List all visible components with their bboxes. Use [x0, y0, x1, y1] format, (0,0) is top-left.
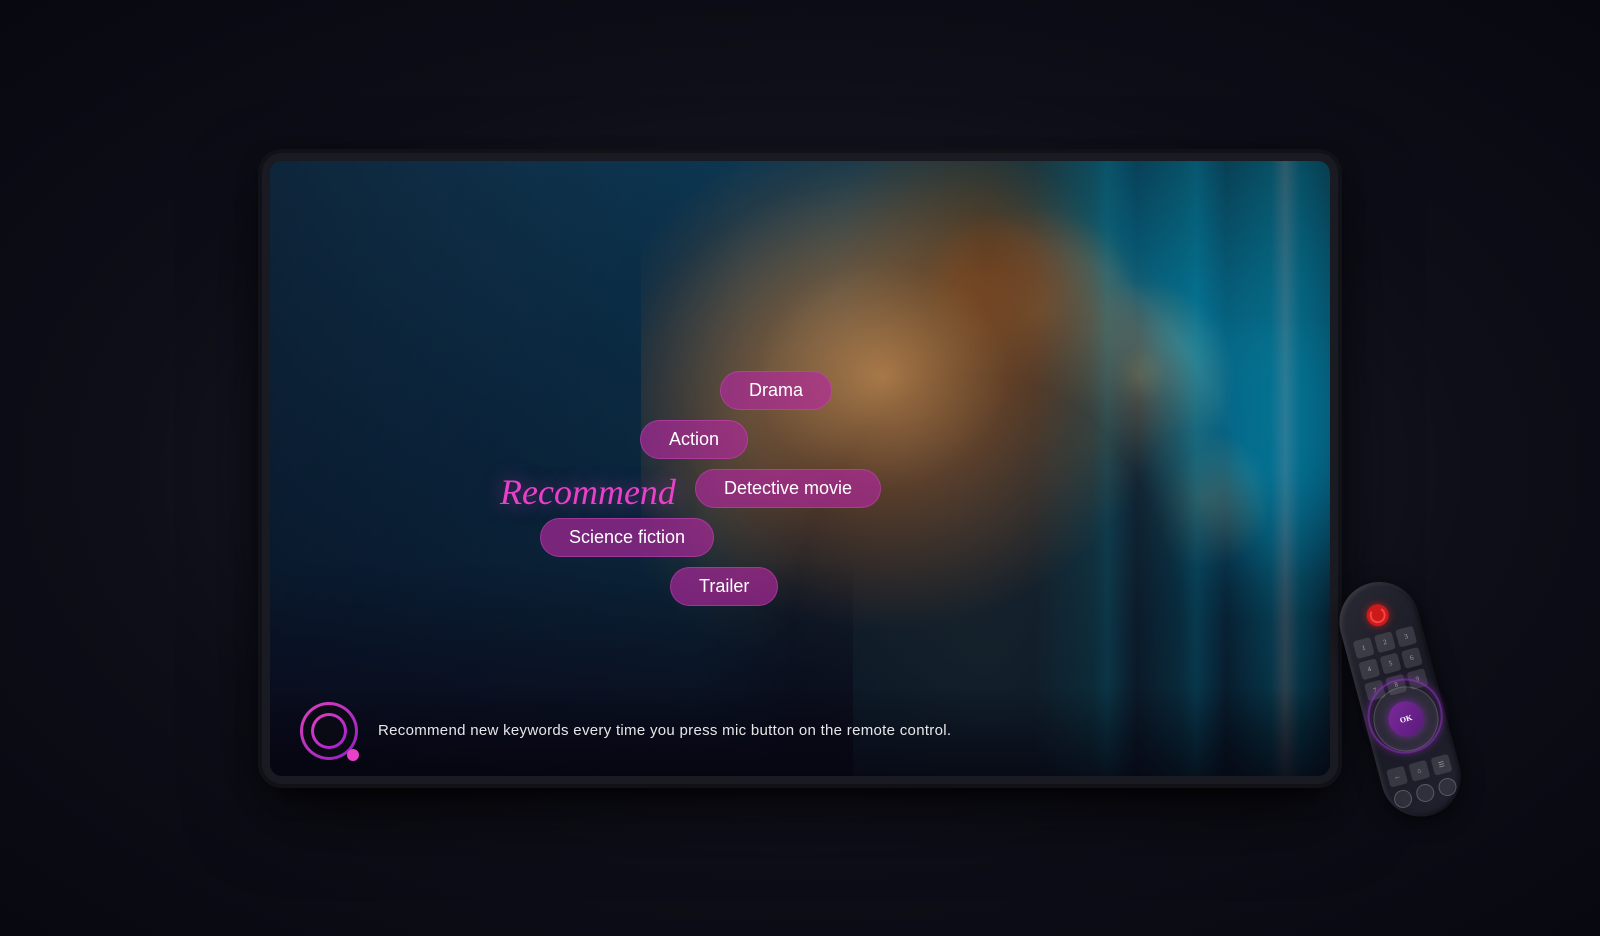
remote-btn-6[interactable]: 6	[1401, 647, 1423, 669]
neon-bars	[1033, 161, 1330, 776]
remote-btn-4[interactable]: 4	[1358, 658, 1380, 680]
remote-btn-2[interactable]: 2	[1374, 631, 1396, 653]
remote-btn-round-1[interactable]	[1392, 788, 1414, 810]
remote-btn-1[interactable]: 1	[1353, 637, 1375, 659]
remote-btn-back[interactable]: ←	[1386, 766, 1408, 788]
power-button[interactable]	[1364, 602, 1391, 629]
tv-screen: Recommend Drama Action Detective movie S…	[270, 161, 1330, 776]
keyword-row-detective: Detective movie	[540, 469, 1040, 508]
keyword-row-action: Action	[540, 420, 1040, 459]
keyword-bubble-detective[interactable]: Detective movie	[695, 469, 881, 508]
remote-btn-round-2[interactable]	[1414, 782, 1436, 804]
mic-inner-ring	[311, 713, 347, 749]
keyword-bubble-trailer[interactable]: Trailer	[670, 567, 778, 606]
instruction-text: Recommend new keywords every time you pr…	[378, 722, 951, 739]
keyword-bubble-action[interactable]: Action	[640, 420, 748, 459]
keyword-row-trailer: Trailer	[540, 567, 1040, 606]
remote-btn-home[interactable]: ⌂	[1408, 760, 1430, 782]
remote-btn-5[interactable]: 5	[1380, 653, 1402, 675]
keyword-row-drama: Drama	[540, 371, 1040, 410]
remote-btn-menu[interactable]: ☰	[1431, 754, 1453, 776]
keyword-bubble-drama[interactable]: Drama	[720, 371, 832, 410]
bottom-info-bar: Recommend new keywords every time you pr…	[270, 686, 1330, 776]
keyword-bubble-scifi[interactable]: Science fiction	[540, 518, 714, 557]
remote-bottom-buttons: ← ⌂ ☰	[1386, 754, 1458, 810]
keyword-row-scifi: Science fiction	[540, 518, 1040, 557]
remote-btn-3[interactable]: 3	[1395, 626, 1417, 648]
remote-btn-round-3[interactable]	[1436, 776, 1458, 798]
mic-button-icon[interactable]	[300, 702, 358, 760]
keywords-container: Drama Action Detective movie Science fic…	[540, 371, 1040, 616]
tv-frame: Recommend Drama Action Detective movie S…	[270, 161, 1330, 776]
